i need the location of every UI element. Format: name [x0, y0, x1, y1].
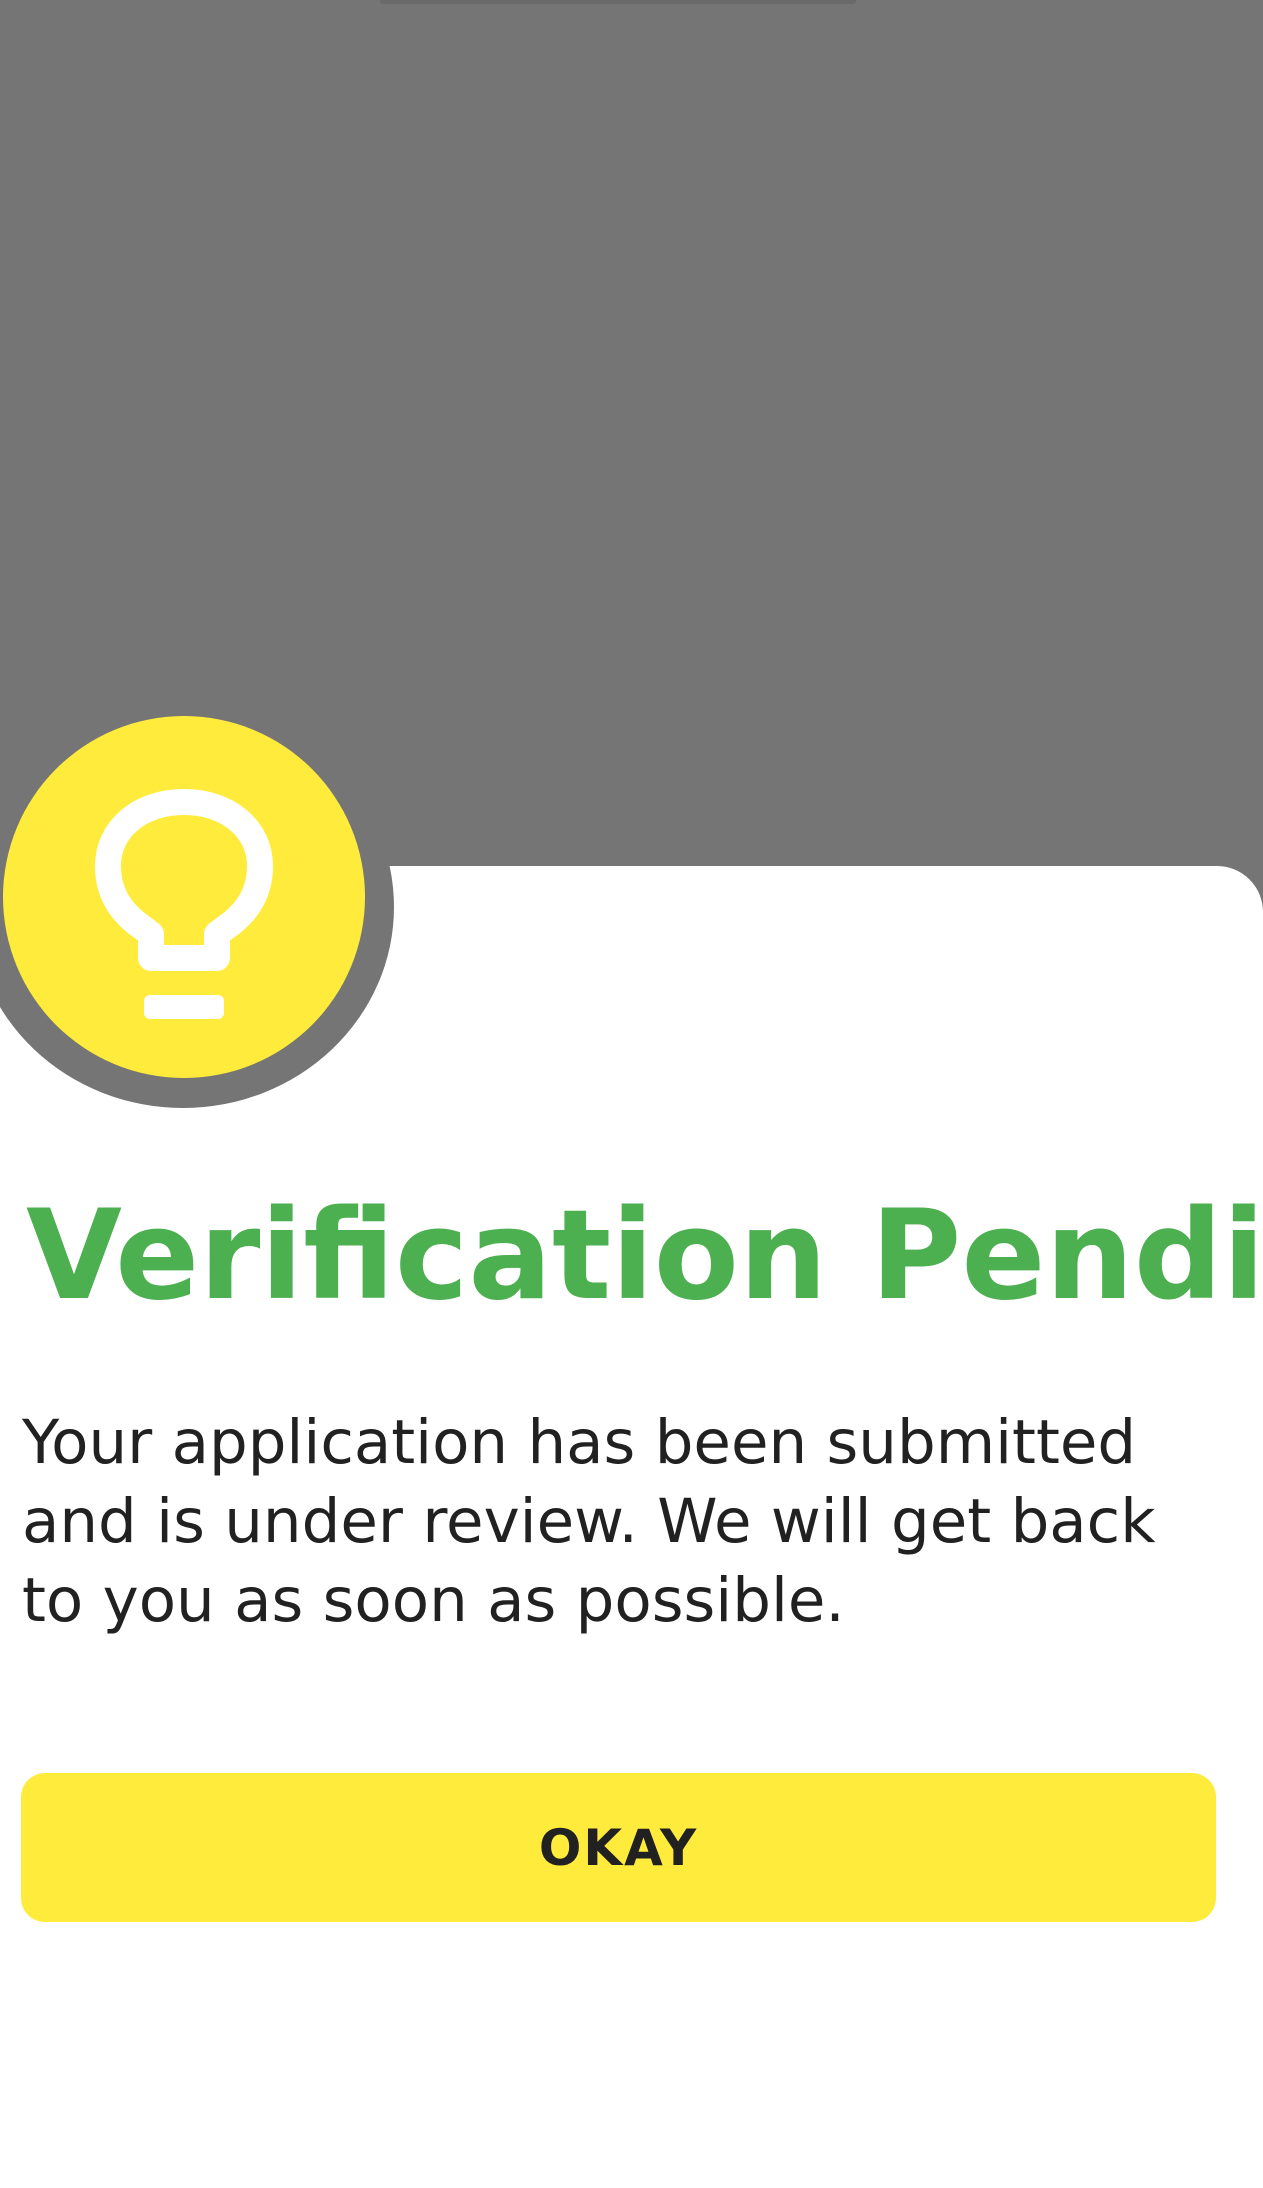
- dialog-title: Verification Pending: [26, 1184, 1263, 1328]
- dialog-message: Your application has been submitted and …: [22, 1407, 1156, 1636]
- okay-button[interactable]: OKAY: [21, 1773, 1216, 1922]
- screen: Verification Pending Your application ha…: [0, 0, 1263, 2188]
- lightbulb-icon: [95, 789, 273, 1019]
- top-handle: [380, 0, 856, 4]
- status-badge: [3, 716, 365, 1078]
